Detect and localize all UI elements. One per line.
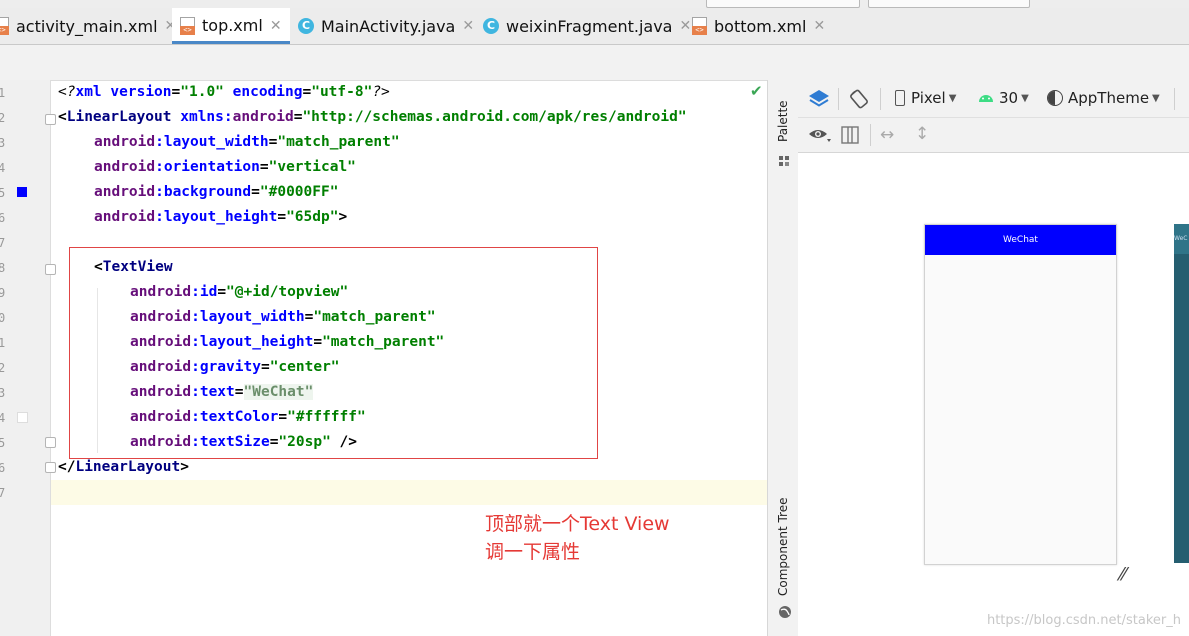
fold-marker-icon[interactable] (45, 114, 56, 125)
java-class-icon: C (483, 18, 499, 34)
blueprint-preview[interactable]: WeC (1174, 224, 1189, 563)
line-number: 0 (0, 311, 6, 325)
preview-top-bar[interactable]: WeChat (925, 225, 1116, 255)
chevron-down-icon: ▼ (1021, 92, 1029, 104)
close-icon[interactable]: ✕ (813, 18, 825, 34)
layers-icon[interactable] (808, 88, 830, 110)
phone-icon (895, 90, 905, 106)
design-toolbar: Pixel ▼ 30 ▼ AppTheme ▼ (798, 80, 1189, 118)
component-tree-tab[interactable]: Component Tree (776, 498, 790, 596)
resize-handle-icon[interactable]: ⁄⁄ (1120, 564, 1126, 585)
line-number: 3 (0, 386, 6, 400)
color-swatch-icon[interactable] (17, 187, 27, 197)
close-icon[interactable]: ✕ (462, 18, 474, 34)
window-top-strip (0, 0, 1189, 8)
tab-top-xml[interactable]: <> top.xml ✕ (172, 8, 290, 44)
code-line-3: android:layout_width="match_parent" (94, 134, 400, 150)
code-line-2: <LinearLayout xmlns:android="http://sche… (58, 109, 687, 125)
theme-icon (1047, 90, 1063, 106)
design-canvas: WeChat WeC ⁄⁄ (798, 153, 1189, 636)
fold-marker-icon[interactable] (45, 462, 56, 473)
api-level-selector[interactable]: 30 ▼ (978, 89, 1029, 107)
tab-label: bottom.xml (714, 16, 807, 36)
no-problems-check-icon[interactable]: ✔ (750, 82, 763, 100)
code-line-4: android:orientation="vertical" (94, 159, 356, 175)
palette-tab[interactable]: Palette (776, 100, 790, 142)
design-panel: Pixel ▼ 30 ▼ AppTheme ▼ ↔ ↕ WeChat WeC ⁄… (798, 80, 1189, 636)
code-editor[interactable]: <?xml version="1.0" encoding="utf-8"?> <… (0, 0, 687, 475)
code-line-6: android:layout_height="65dp"> (94, 209, 348, 225)
java-class-icon: C (298, 18, 314, 34)
tab-label: MainActivity.java (321, 16, 456, 36)
line-number: 7 (0, 486, 6, 500)
fold-marker-icon[interactable] (45, 264, 56, 275)
globe-icon (778, 604, 792, 618)
line-number: 6 (0, 461, 6, 475)
vertical-resize-icon[interactable]: ↕ (915, 124, 929, 144)
theme-selector[interactable]: AppTheme ▼ (1047, 89, 1160, 107)
line-number: 2 (0, 361, 6, 375)
android-icon (978, 89, 994, 107)
tab-label: activity_main.xml (16, 16, 158, 36)
chevron-down-icon: ▼ (1152, 92, 1160, 104)
device-selector[interactable]: Pixel ▼ (895, 89, 956, 107)
design-view-toolbar: ↔ ↕ (798, 118, 1189, 153)
highlight-box (69, 247, 598, 459)
horizontal-resize-icon[interactable]: ↔ (880, 125, 894, 145)
tab-weixinfragment-java[interactable]: C weixinFragment.java ✕ (483, 8, 691, 44)
fold-marker-icon[interactable] (45, 437, 56, 448)
xml-file-icon: <> (692, 17, 707, 35)
palette-icon (778, 152, 790, 166)
tab-activity-main-xml[interactable]: <> activity_main.xml ✕ (0, 8, 176, 44)
xml-file-icon: <> (180, 16, 195, 35)
editor-toolbar (0, 45, 1189, 81)
tab-mainactivity-java[interactable]: C MainActivity.java ✕ (298, 8, 474, 44)
toolbar-dropdown[interactable] (868, 0, 1030, 8)
line-number: 1 (0, 336, 6, 350)
watermark: https://blog.csdn.net/staker_h (986, 613, 1181, 628)
blueprint-toggle-icon[interactable] (840, 125, 860, 145)
code-line-1: <?xml version="1.0" encoding="utf-8"?> (58, 84, 390, 100)
device-preview[interactable]: WeChat (924, 224, 1117, 565)
eye-icon[interactable] (808, 125, 832, 145)
color-swatch-icon[interactable] (17, 412, 28, 423)
toolbar-dropdown[interactable] (706, 0, 860, 8)
tab-label: top.xml (202, 16, 263, 35)
line-number: 9 (0, 286, 6, 300)
tab-label: weixinFragment.java (506, 16, 673, 36)
line-number: 4 (0, 411, 6, 425)
editor-tab-bar: <> activity_main.xml ✕ <> top.xml ✕ C Ma… (0, 8, 1189, 45)
chevron-down-icon: ▼ (948, 92, 957, 104)
close-icon[interactable]: ✕ (679, 18, 691, 34)
side-tool-strip: Palette Component Tree (767, 80, 799, 636)
close-icon[interactable]: ✕ (270, 18, 282, 34)
line-number: 5 (0, 436, 6, 450)
annotation-note: 顶部就一个Text View 调一下属性 (485, 513, 670, 563)
tab-bottom-xml[interactable]: <> bottom.xml ✕ (692, 8, 825, 44)
code-line-5: android:background="#0000FF" (94, 184, 339, 200)
orientation-icon[interactable] (848, 88, 870, 110)
